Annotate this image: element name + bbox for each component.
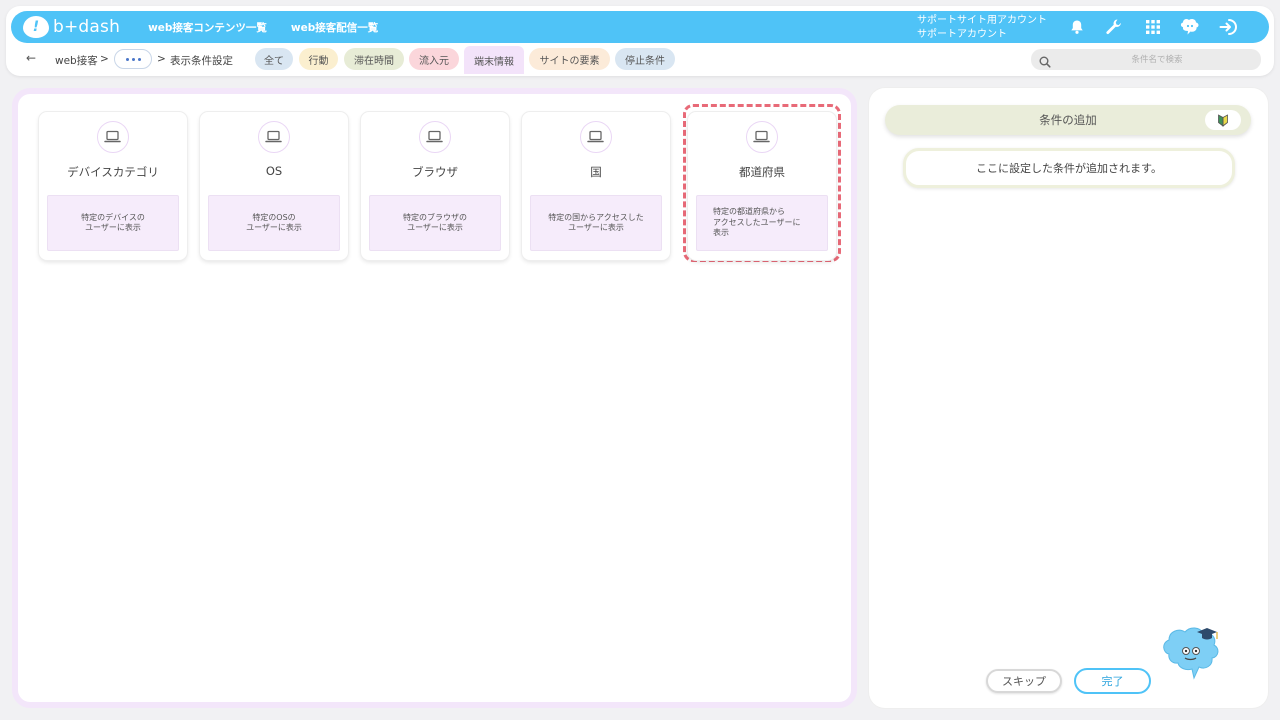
card-title: 都道府県 (739, 165, 785, 179)
logout-icon[interactable] (1217, 15, 1241, 39)
dot (125, 57, 129, 61)
account-site-name: サポートサイト用アカウント (917, 15, 1047, 26)
tab-all[interactable]: 全て (255, 48, 293, 70)
nav-link-deliveries[interactable]: web接客配信一覧 (291, 20, 378, 35)
add-condition-header: 条件の追加 (885, 105, 1251, 135)
added-conditions-panel: 条件の追加 ここに設定した条件が追加されます。 スキップ 完了 (869, 88, 1268, 708)
laptop-icon (258, 121, 290, 153)
laptop-icon (580, 121, 612, 153)
tab-site-elements[interactable]: サイトの要素 (529, 48, 610, 70)
condition-card-device-category[interactable]: デバイスカテゴリ 特定のデバイスの ユーザーに表示 (39, 112, 187, 260)
card-title: ブラウザ (412, 165, 458, 179)
laptop-icon (97, 121, 129, 153)
mascot-cloud-icon[interactable] (1159, 622, 1227, 692)
breadcrumb-separator: > (100, 53, 109, 65)
account-user-name: サポートアカウント (917, 29, 1007, 40)
condition-card-os[interactable]: OS 特定のOSの ユーザーに表示 (200, 112, 348, 260)
logo[interactable]: ! b+dash (23, 11, 120, 43)
add-condition-title: 条件の追加 (1039, 113, 1097, 127)
search-input[interactable] (1059, 51, 1255, 68)
account-info[interactable]: サポートサイト用アカウント サポートアカウント (917, 14, 1047, 42)
breadcrumb-current: 表示条件設定 (170, 55, 233, 67)
card-title: デバイスカテゴリ (67, 165, 159, 179)
beginner-mark-toggle[interactable] (1205, 110, 1241, 130)
card-title: 国 (590, 165, 602, 179)
laptop-icon (746, 121, 778, 153)
bell-icon[interactable] (1065, 15, 1089, 39)
card-description: 特定の都道府県から アクセスしたユーザーに 表示 (696, 195, 828, 251)
dot (131, 57, 135, 61)
card-description: 特定のブラウザの ユーザーに表示 (369, 195, 501, 251)
card-title: OS (265, 164, 283, 178)
tab-device-info[interactable]: 端末情報 (464, 46, 524, 74)
card-description: 特定のOSの ユーザーに表示 (208, 195, 340, 251)
condition-list-panel: デバイスカテゴリ 特定のデバイスの ユーザーに表示 OS 特定のOSの ユーザー… (12, 88, 857, 708)
condition-card-browser[interactable]: ブラウザ 特定のブラウザの ユーザーに表示 (361, 112, 509, 260)
tab-referrer[interactable]: 流入元 (409, 48, 459, 70)
tab-stop-conditions[interactable]: 停止条件 (615, 48, 675, 70)
breadcrumb-separator: > (157, 53, 166, 65)
top-nav-bar: ! b+dash web接客コンテンツ一覧 web接客配信一覧 サポートサイト用… (11, 11, 1269, 43)
tab-stay-time[interactable]: 滞在時間 (344, 48, 404, 70)
conditions-drop-area: ここに設定した条件が追加されます。 (903, 148, 1235, 188)
nav-link-contents[interactable]: web接客コンテンツ一覧 (148, 20, 267, 35)
dot (137, 57, 141, 61)
card-description: 特定の国からアクセスした ユーザーに表示 (530, 195, 662, 251)
done-button[interactable]: 完了 (1074, 668, 1151, 694)
logo-bubble-icon: ! (23, 16, 49, 38)
search-icon (1039, 53, 1051, 72)
tab-behavior[interactable]: 行動 (299, 48, 338, 70)
grid-icon[interactable] (1141, 15, 1165, 39)
wrench-icon[interactable] (1102, 15, 1126, 39)
laptop-icon (419, 121, 451, 153)
back-arrow-icon[interactable]: ← (26, 51, 36, 65)
beginner-mark-icon (1218, 113, 1228, 127)
breadcrumb-web[interactable]: web接客 (55, 53, 98, 68)
breadcrumb-more-button[interactable] (114, 49, 152, 69)
condition-card-prefecture[interactable]: 都道府県 特定の都道府県から アクセスしたユーザーに 表示 (688, 112, 836, 260)
card-description: 特定のデバイスの ユーザーに表示 (47, 195, 179, 251)
logo-text: b+dash (53, 17, 121, 37)
search-box (1031, 49, 1261, 70)
skip-button[interactable]: スキップ (986, 669, 1062, 693)
condition-card-country[interactable]: 国 特定の国からアクセスした ユーザーに表示 (522, 112, 670, 260)
mascot-face-icon[interactable] (1178, 15, 1202, 39)
